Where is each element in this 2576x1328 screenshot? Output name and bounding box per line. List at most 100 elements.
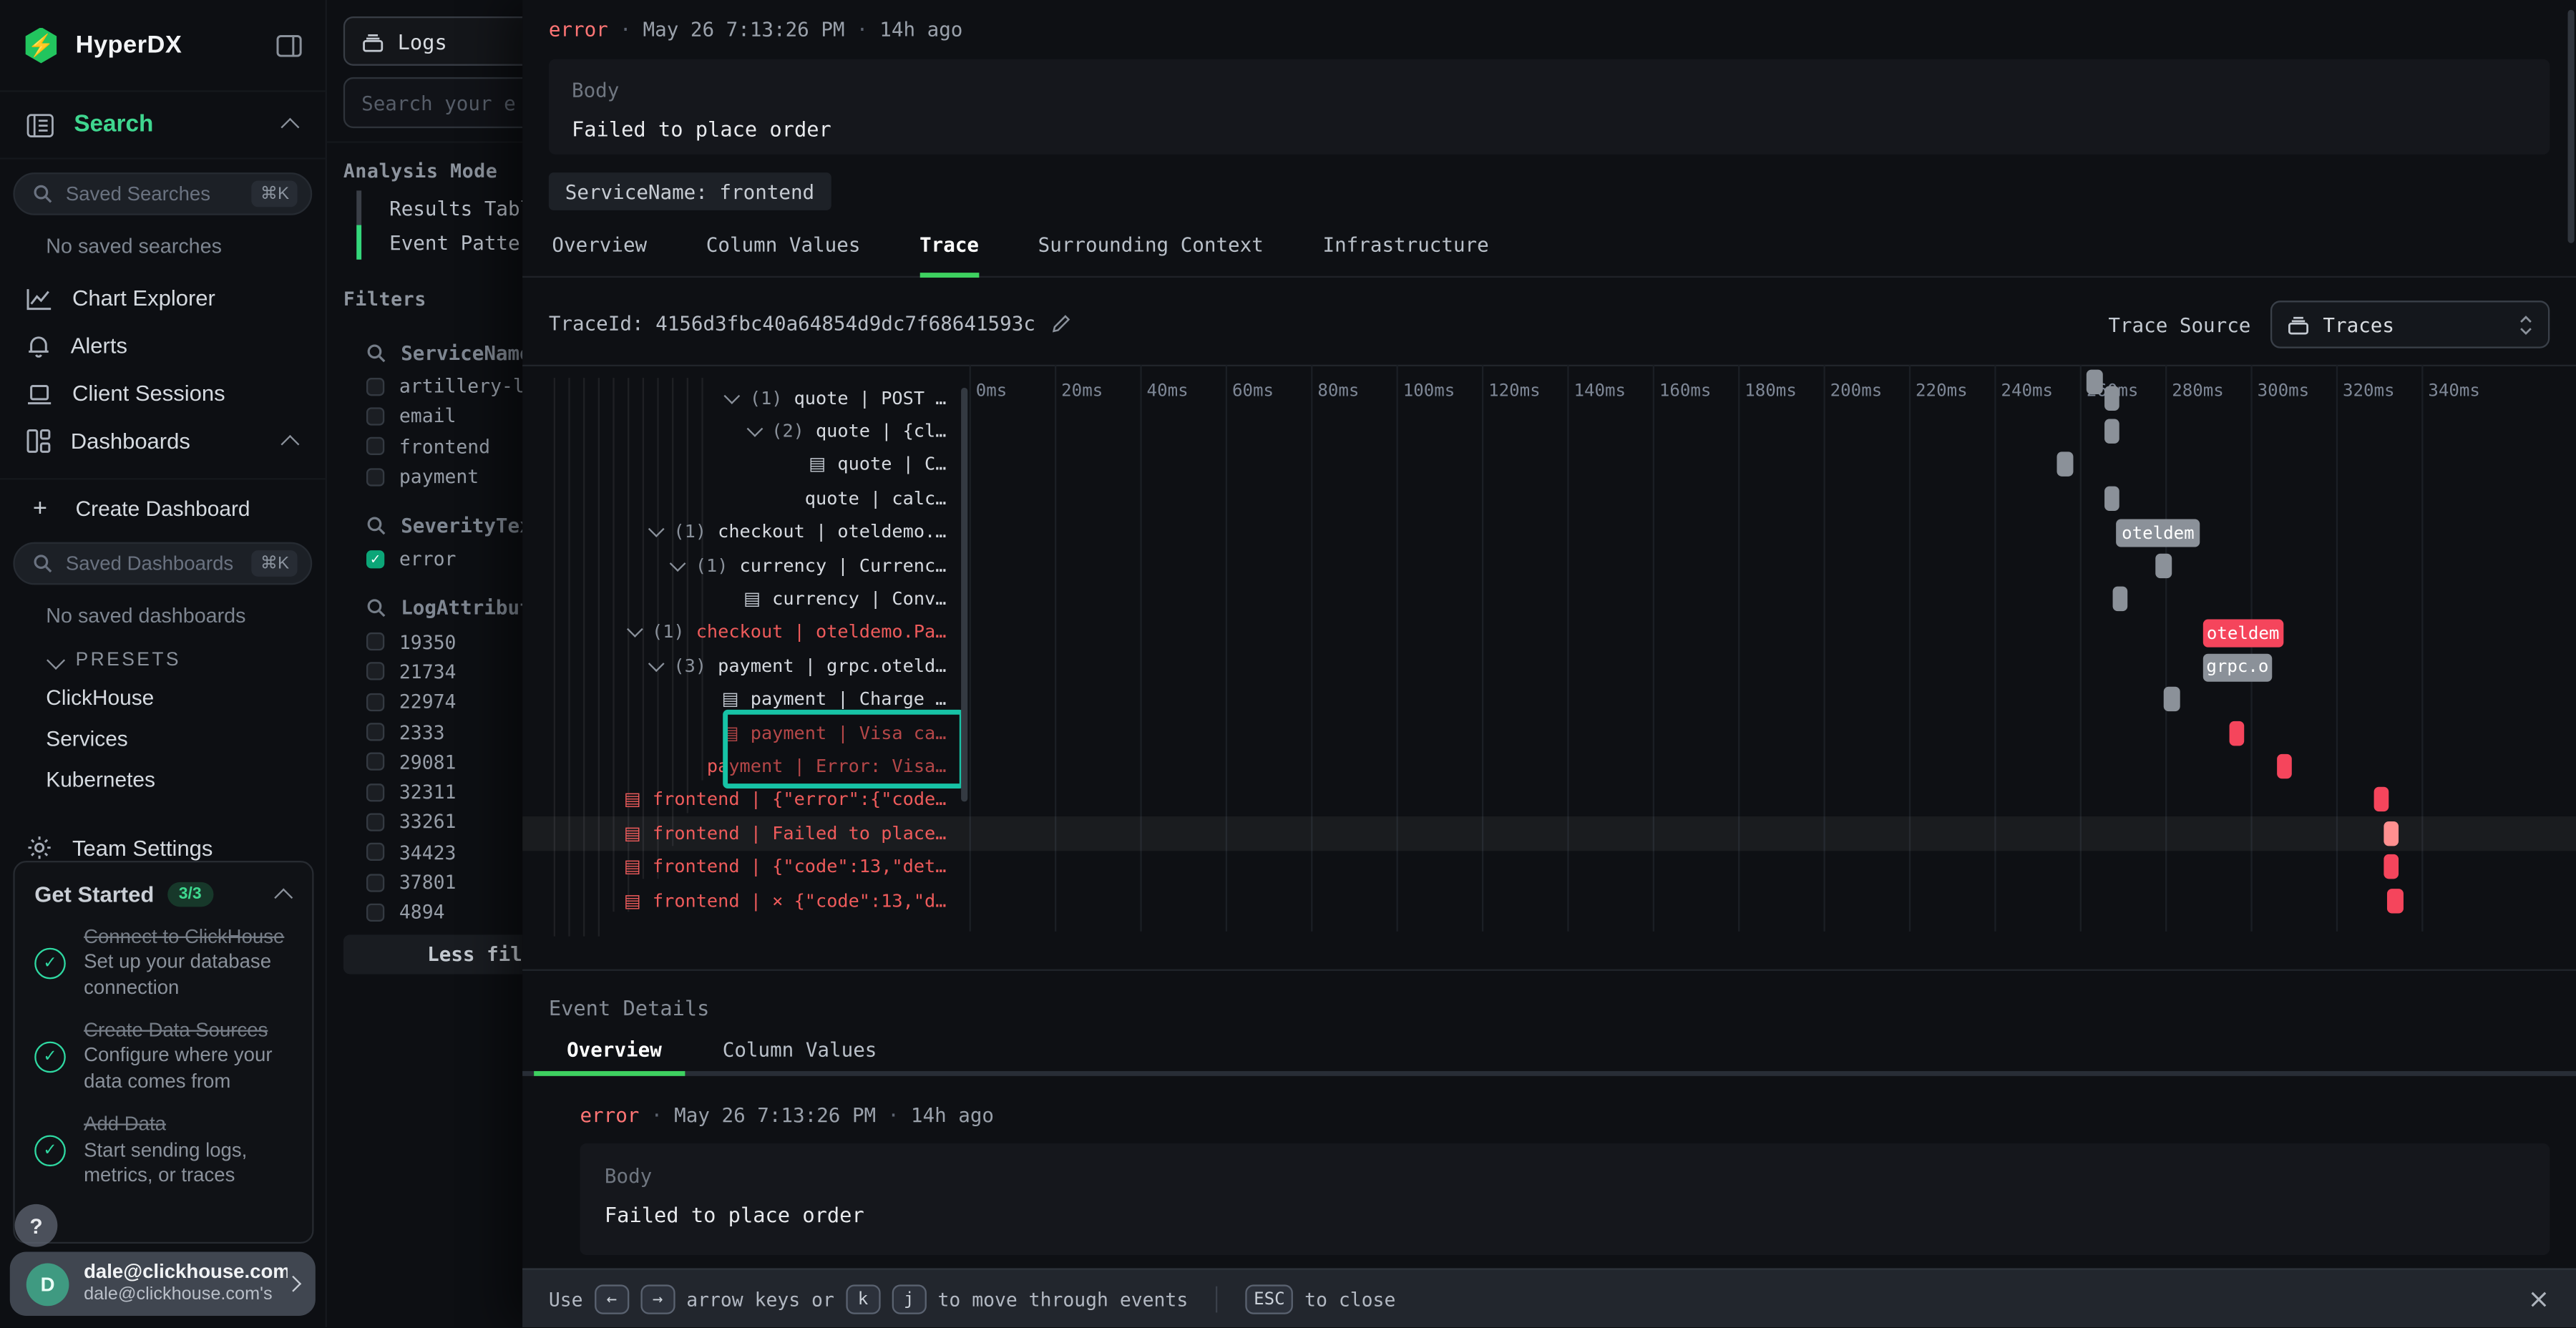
span-duration-bar[interactable]: oteldem [2202,620,2283,648]
checkbox[interactable] [366,783,384,801]
span-tree-row[interactable]: ▤frontend | × {"code":13,"d… [522,884,957,917]
analysis-mode-option[interactable]: Event Patterns [356,225,522,260]
span-tree-row[interactable]: ▤currency | Conv… [522,582,957,616]
close-icon[interactable]: × [2527,1286,2550,1312]
span-tree-row[interactable]: ▤frontend | Failed to place… [522,817,957,851]
get-started-item[interactable]: ✓ Connect to ClickHouse Set up your data… [34,925,292,1001]
get-started-item[interactable]: ✓ Create Data Sources Configure where yo… [34,1019,292,1095]
filter-option[interactable]: ✓error [366,544,522,574]
filter-option[interactable]: 22974 [366,687,522,717]
span-duration-bar[interactable] [2104,486,2119,510]
chevron-down-icon[interactable] [724,387,741,404]
sidebar-item-chart-explorer[interactable]: Chart Explorer [0,274,326,322]
span-duration-bar[interactable] [2113,586,2128,610]
saved-dashboards-input[interactable]: Saved Dashboards ⌘K [13,542,312,585]
span-duration-bar[interactable] [2165,687,2181,711]
span-duration-bar[interactable] [2276,754,2291,778]
chevron-down-icon[interactable] [627,622,643,638]
filter-option[interactable]: 32311 [366,777,522,807]
analysis-mode-option[interactable]: Results Table [356,190,522,225]
filter-option[interactable]: 19350 [366,627,522,657]
filter-option[interactable]: 34423 [366,837,522,867]
checkbox[interactable] [366,813,384,831]
sidebar-item-dashboards[interactable]: Dashboards [0,417,326,465]
sidebar-item-alerts[interactable]: Alerts [0,322,326,370]
trace-waterfall[interactable]: 0ms20ms40ms60ms80ms100ms120ms140ms160ms1… [522,365,2576,970]
chevron-down-icon[interactable] [648,522,665,538]
checkbox[interactable] [366,903,384,921]
span-tree-row[interactable]: (1)currency | Currenc… [522,549,957,582]
span-duration-bar[interactable] [2374,787,2389,811]
sidebar-item-client-sessions[interactable]: Client Sessions [0,370,326,418]
span-duration-bar[interactable]: oteldem [2117,519,2200,547]
chevron-up-icon[interactable] [274,887,293,906]
logattributes-search-icon[interactable] [366,599,386,619]
span-duration-bar[interactable] [2104,385,2119,409]
filter-option[interactable]: 37801 [366,867,522,897]
checkbox[interactable] [366,467,384,485]
event-search-input[interactable]: Search your e [343,77,522,128]
span-duration-bar[interactable]: grpc.o [2202,653,2273,681]
less-filters-button[interactable]: Less fil [343,934,522,974]
span-tree-row[interactable]: ▤frontend | {"error":{"code… [522,783,957,817]
span-tree-row[interactable]: (1)checkout | oteldemo.… [522,515,957,549]
checkbox[interactable] [366,843,384,861]
span-tree-row[interactable]: (3)payment | grpc.oteld… [522,649,957,683]
edit-pencil-icon[interactable] [1052,313,1072,334]
presets-toggle[interactable]: PRESETS [49,650,326,670]
ed-tab-column-values[interactable]: Column Values [723,1038,877,1061]
span-duration-bar[interactable] [2087,370,2102,394]
service-name-chip[interactable]: ServiceName: frontend [549,172,831,210]
filter-option[interactable]: 2333 [366,717,522,747]
span-tree-row[interactable]: quote | calc… [522,482,957,515]
ed-tab-overview[interactable]: Overview [567,1038,662,1061]
checkbox[interactable] [366,407,384,425]
checkbox[interactable] [366,633,384,650]
chevron-down-icon[interactable] [670,555,686,572]
checkbox[interactable] [366,437,384,455]
tab-column-values[interactable]: Column Values [706,233,861,278]
checkbox[interactable] [366,753,384,771]
span-tree-row[interactable]: (1)checkout | oteldemo.Pa… [522,616,957,650]
checkbox[interactable] [366,873,384,891]
tab-surrounding-context[interactable]: Surrounding Context [1038,233,1264,278]
filter-option[interactable]: 33261 [366,807,522,837]
trace-source-select[interactable]: Traces [2270,301,2550,348]
span-tree-row[interactable]: (1)quote | POST … [522,381,957,415]
span-tree-row[interactable]: (2)quote | {cl… [522,414,957,448]
span-duration-bar[interactable] [2383,854,2398,879]
collapse-sidebar-icon[interactable] [276,34,303,57]
help-button[interactable]: ? [15,1204,58,1247]
filter-option[interactable]: 4894 [366,897,522,927]
checkbox[interactable] [366,723,384,741]
tab-infrastructure[interactable]: Infrastructure [1323,233,1489,278]
saved-searches-input[interactable]: Saved Searches ⌘K [13,172,312,215]
span-duration-bar[interactable] [2229,721,2245,745]
tree-scrollbar[interactable] [961,388,967,802]
create-dashboard-button[interactable]: + Create Dashboard [0,487,326,529]
span-duration-bar[interactable] [2057,452,2073,477]
filter-option[interactable]: 29081 [366,747,522,777]
user-menu[interactable]: D dale@clickhouse.com dale@clickhouse.co… [10,1251,316,1316]
span-duration-bar[interactable] [2386,888,2403,912]
span-tree-row[interactable]: ▤quote | C… [522,448,957,482]
span-tree-row[interactable]: ▤frontend | {"code":13,"det… [522,850,957,884]
sidebar-item-search[interactable]: Search [0,92,326,160]
filter-option[interactable]: 21734 [366,657,522,687]
span-duration-bar[interactable] [2155,553,2172,577]
checkbox[interactable]: ✓ [366,550,384,568]
servicename-search-icon[interactable] [366,343,386,363]
get-started-item[interactable]: ✓ Add Data Start sending logs, metrics, … [34,1113,292,1188]
preset-clickhouse[interactable]: ClickHouse [46,685,325,711]
source-select[interactable]: Logs [343,16,522,66]
preset-kubernetes[interactable]: Kubernetes [46,767,325,794]
filter-option[interactable]: frontend [366,431,522,462]
span-duration-bar[interactable] [2383,821,2399,845]
chevron-down-icon[interactable] [746,421,763,437]
severitytext-search-icon[interactable] [366,516,386,536]
tab-trace[interactable]: Trace [919,233,979,278]
panel-scrollbar[interactable] [2568,10,2575,243]
filter-option[interactable]: payment [366,462,522,492]
filter-option[interactable]: artillery-loa [366,371,522,401]
chevron-down-icon[interactable] [648,655,665,672]
